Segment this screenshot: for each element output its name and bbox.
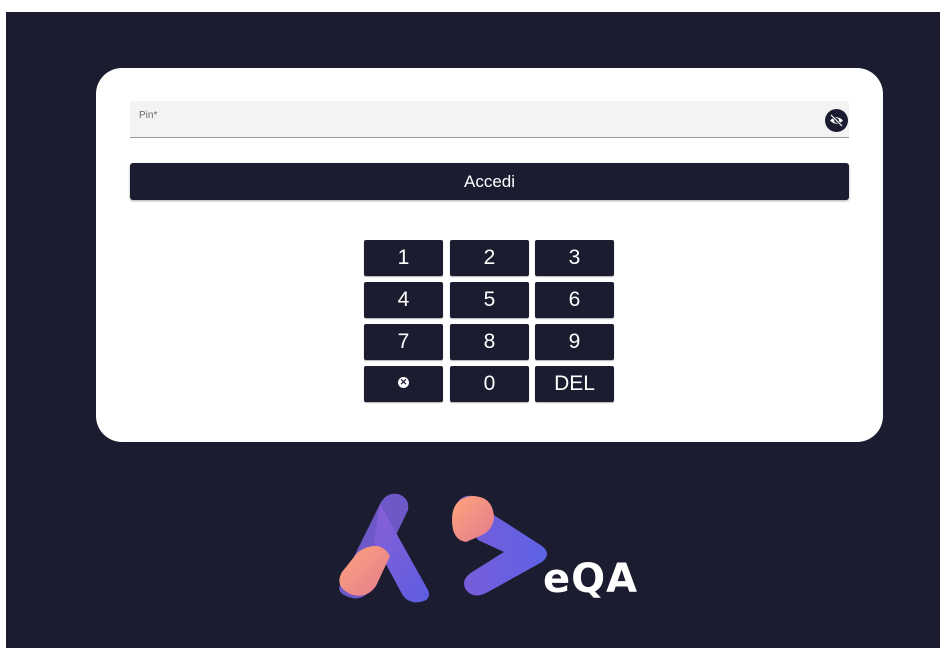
keypad-delete-button[interactable]: DEL: [535, 366, 614, 402]
pin-label: Pin*: [139, 110, 158, 121]
keypad-key-2[interactable]: 2: [450, 240, 529, 276]
login-card: Pin* Accedi 1 2 3 4 5 6 7 8 9 ✕ 0 DEL: [96, 68, 883, 442]
pin-field[interactable]: Pin*: [130, 101, 849, 138]
keypad-key-7[interactable]: 7: [364, 324, 443, 360]
logo-text: eQA: [543, 556, 639, 602]
clear-circle-icon: ✕: [398, 377, 409, 389]
keypad-key-4[interactable]: 4: [364, 282, 443, 318]
pin-input[interactable]: [138, 121, 808, 135]
login-button[interactable]: Accedi: [130, 163, 849, 200]
brand-logo: eQA: [328, 490, 658, 608]
keypad-key-5[interactable]: 5: [450, 282, 529, 318]
keypad-key-0[interactable]: 0: [450, 366, 529, 402]
keypad-key-6[interactable]: 6: [535, 282, 614, 318]
eye-off-icon[interactable]: [825, 109, 848, 132]
keypad-key-1[interactable]: 1: [364, 240, 443, 276]
keypad-key-9[interactable]: 9: [535, 324, 614, 360]
keypad-key-3[interactable]: 3: [535, 240, 614, 276]
keypad: 1 2 3 4 5 6 7 8 9 ✕ 0 DEL: [364, 240, 616, 404]
app-background: Pin* Accedi 1 2 3 4 5 6 7 8 9 ✕ 0 DEL eQ…: [6, 12, 940, 648]
keypad-clear-button[interactable]: ✕: [364, 366, 443, 402]
keypad-key-8[interactable]: 8: [450, 324, 529, 360]
